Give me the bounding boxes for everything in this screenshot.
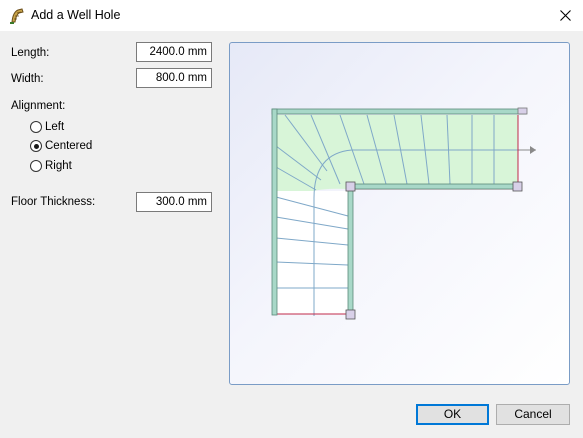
cancel-button[interactable]: Cancel [496, 404, 570, 425]
close-button[interactable] [549, 0, 583, 31]
radio-centered[interactable] [30, 140, 42, 152]
top-right-marker [517, 107, 528, 115]
stair-preview-panel [229, 42, 570, 385]
end-handle-right [512, 181, 523, 192]
radio-right-label[interactable]: Right [45, 160, 72, 172]
wall-inner-v [347, 183, 354, 316]
length-input[interactable]: 2400.0 mm [136, 42, 212, 62]
corner-handle [345, 181, 356, 192]
radio-left[interactable] [30, 121, 42, 133]
floor-thickness-label: Floor Thickness: [11, 196, 96, 208]
wall-top [271, 108, 527, 115]
window-title: Add a Well Hole [31, 8, 121, 22]
wall-inner-h [347, 183, 519, 190]
radio-right[interactable] [30, 160, 42, 172]
title-bar: Add a Well Hole [0, 0, 583, 31]
close-icon [560, 10, 571, 21]
stair-upper-area [276, 115, 518, 191]
floor-thickness-input[interactable]: 300.0 mm [136, 192, 212, 212]
stair-preview-drawing [271, 107, 536, 320]
wall-left [271, 108, 278, 316]
length-label: Length: [11, 47, 50, 59]
end-handle-bottom [345, 309, 356, 320]
radio-centered-label[interactable]: Centered [45, 140, 92, 152]
alignment-label: Alignment: [11, 100, 66, 112]
width-input[interactable]: 800.0 mm [136, 68, 212, 88]
ok-button[interactable]: OK [416, 404, 489, 425]
stair-lower-area [276, 191, 348, 314]
radio-left-label[interactable]: Left [45, 121, 64, 133]
staircase-app-icon [9, 7, 27, 25]
width-label: Width: [11, 73, 44, 85]
